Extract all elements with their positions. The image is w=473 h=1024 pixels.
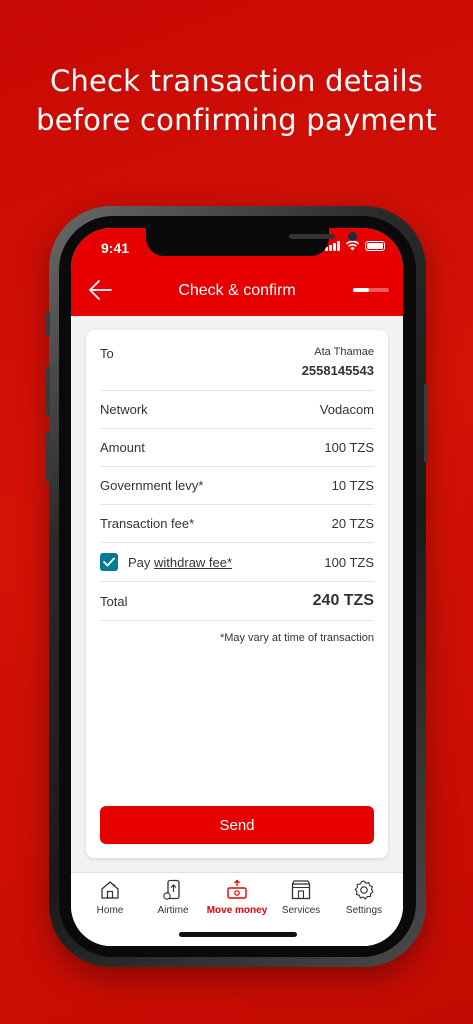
fee-value: 20 TZS (331, 516, 374, 531)
phone-notch (146, 228, 357, 256)
fee-row: Transaction fee* 20 TZS (100, 505, 374, 543)
tab-home-label: Home (96, 905, 124, 916)
airtime-icon (163, 879, 180, 900)
header-toggle[interactable] (353, 288, 389, 292)
amount-row: Amount 100 TZS (100, 429, 374, 467)
send-button[interactable]: Send (100, 806, 374, 844)
promo-headline: Check transaction details before confirm… (0, 62, 473, 140)
status-time: 9:41 (101, 240, 130, 256)
headline-line-2: before confirming payment (36, 103, 437, 137)
to-label: To (100, 346, 114, 361)
speaker-grille (289, 234, 335, 239)
front-camera (348, 232, 357, 241)
total-label: Total (100, 593, 128, 609)
network-value: Vodacom (319, 402, 374, 417)
move-money-icon (227, 879, 247, 899)
phone-screen: 9:41 Check & confirm To Ata Thamae 25581… (71, 228, 403, 946)
wifi-icon (345, 240, 360, 251)
to-row: To Ata Thamae 2558145543 (100, 330, 374, 391)
amount-label: Amount (100, 440, 145, 455)
network-label: Network (100, 402, 148, 417)
phone-volume-down (46, 432, 50, 482)
amount-value: 100 TZS (324, 440, 374, 455)
levy-row: Government levy* 10 TZS (100, 467, 374, 505)
phone-mute-switch (46, 312, 50, 336)
levy-value: 10 TZS (331, 478, 374, 493)
recipient-name: Ata Thamae (314, 346, 374, 358)
levy-label: Government levy* (100, 478, 204, 493)
withdraw-fee-checkbox[interactable] (100, 553, 118, 571)
withdraw-fee-value: 100 TZS (324, 554, 374, 570)
network-row: Network Vodacom (100, 391, 374, 429)
tab-services-label: Services (281, 905, 321, 916)
battery-icon (365, 240, 385, 251)
withdraw-fee-prefix: Pay (128, 554, 155, 570)
tab-airtime-label: Airtime (157, 905, 189, 916)
home-icon (101, 881, 119, 899)
withdraw-fee-row: Pay withdraw fee* 100 TZS (100, 543, 374, 582)
home-indicator[interactable] (179, 932, 297, 937)
tab-home[interactable]: Home (80, 879, 140, 916)
status-icons (325, 240, 385, 251)
tab-settings[interactable]: Settings (334, 879, 394, 916)
fee-label: Transaction fee* (100, 516, 195, 531)
services-icon (291, 880, 311, 900)
fee-disclaimer: *May vary at time of transaction (219, 632, 374, 644)
tab-services[interactable]: Services (271, 879, 331, 916)
tab-move-money-label: Move money (206, 905, 268, 916)
tab-airtime[interactable]: Airtime (143, 879, 203, 916)
total-value: 240 TZS (312, 592, 374, 609)
settings-icon (354, 880, 374, 900)
total-row: Total 240 TZS (100, 582, 374, 621)
tab-move-money[interactable]: Move money (202, 879, 272, 916)
to-value: Ata Thamae 2558145543 (302, 346, 374, 378)
tab-settings-label: Settings (345, 905, 383, 916)
withdraw-fee-link[interactable]: withdraw fee* (154, 555, 232, 570)
phone-power-button (424, 384, 428, 462)
withdraw-fee-option: Pay withdraw fee* (100, 553, 232, 571)
phone-volume-up (46, 366, 50, 416)
recipient-number: 2558145543 (301, 363, 374, 378)
headline-line-1: Check transaction details (49, 64, 424, 98)
checkmark-icon (103, 557, 115, 567)
details-card: To Ata Thamae 2558145543 Network Vodacom… (86, 330, 388, 858)
